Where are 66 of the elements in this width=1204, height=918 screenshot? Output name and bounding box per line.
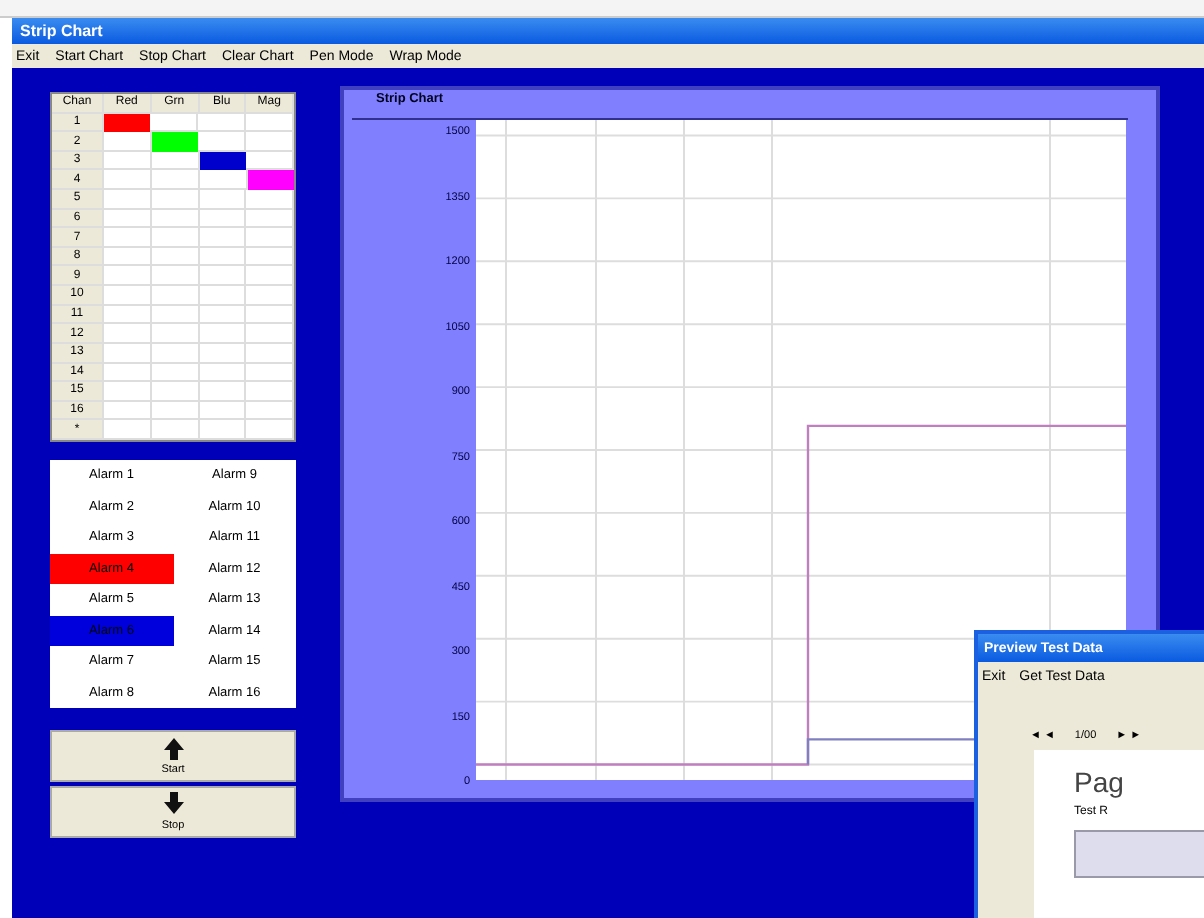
- grid-cell[interactable]: [151, 343, 199, 364]
- grid-cell[interactable]: [199, 286, 247, 306]
- grid-cell[interactable]: [199, 420, 247, 440]
- grid-cell[interactable]: [151, 228, 199, 248]
- window-title: Strip Chart: [20, 22, 103, 40]
- grid-cell[interactable]: [152, 170, 200, 191]
- grid-cell[interactable]: [104, 401, 152, 421]
- grid-cell[interactable]: [199, 209, 247, 229]
- grid-cell[interactable]: [246, 190, 294, 210]
- grid-cell[interactable]: [246, 228, 294, 248]
- grid-cell[interactable]: [199, 401, 247, 421]
- grid-cell[interactable]: [198, 113, 246, 133]
- grid-cell[interactable]: [104, 209, 152, 229]
- grid-cell[interactable]: [104, 190, 152, 210]
- grid-cell[interactable]: [104, 363, 152, 383]
- pen-swatch[interactable]: [152, 132, 198, 152]
- grid-cell[interactable]: [151, 363, 199, 383]
- page-heading: Pag: [1074, 766, 1126, 798]
- grid-cell[interactable]: [246, 266, 294, 287]
- grid-cell[interactable]: [151, 190, 199, 210]
- grid-cell[interactable]: [151, 324, 199, 344]
- pen-swatch[interactable]: [104, 113, 150, 133]
- grid-cell[interactable]: [104, 151, 152, 171]
- grid-cell[interactable]: [104, 420, 152, 440]
- grid-cell[interactable]: [199, 363, 247, 383]
- grid-cell[interactable]: [151, 401, 199, 421]
- grid-cell[interactable]: [104, 382, 152, 402]
- grid-cell[interactable]: [104, 247, 152, 267]
- grid-cell[interactable]: [246, 247, 294, 267]
- grid-cell[interactable]: [151, 382, 199, 402]
- grid-cell[interactable]: [199, 343, 247, 364]
- grid-cell[interactable]: [199, 247, 247, 267]
- pen-swatch[interactable]: [200, 151, 246, 171]
- grid-cell[interactable]: [199, 190, 247, 210]
- grid-cell[interactable]: [246, 363, 294, 383]
- grid-cell[interactable]: [199, 305, 247, 325]
- grid-cell[interactable]: [246, 324, 294, 344]
- grid-cell[interactable]: [151, 266, 199, 287]
- grid-cell[interactable]: [246, 132, 294, 152]
- grid-cell[interactable]: [104, 286, 152, 306]
- grid-cell[interactable]: [151, 247, 199, 267]
- report-table: [1074, 830, 1204, 878]
- grid-cell[interactable]: [199, 382, 247, 402]
- grid-cell[interactable]: [151, 420, 199, 440]
- grid-cell[interactable]: [246, 113, 294, 133]
- grid-cell[interactable]: [246, 401, 294, 421]
- grid-cell[interactable]: [246, 286, 294, 306]
- grid-cell[interactable]: [104, 266, 152, 287]
- grid-cell[interactable]: [199, 324, 247, 344]
- grid-cell[interactable]: [104, 305, 152, 325]
- grid-cell[interactable]: [104, 228, 152, 248]
- grid-cell[interactable]: [151, 209, 199, 229]
- grid-cell[interactable]: [246, 343, 294, 364]
- grid-cell[interactable]: [104, 324, 152, 344]
- grid-cell[interactable]: [199, 266, 247, 287]
- grid-cell[interactable]: [104, 343, 152, 364]
- pen-icon: [161, 736, 185, 764]
- grid-cell[interactable]: [246, 305, 294, 325]
- grid-cell[interactable]: [246, 382, 294, 402]
- grid-cell[interactable]: [104, 170, 152, 191]
- grid-cell[interactable]: [199, 228, 247, 248]
- grid-cell[interactable]: [151, 305, 199, 325]
- grid-cell[interactable]: [246, 209, 294, 229]
- pen-swatch[interactable]: [248, 170, 294, 191]
- grid-cell[interactable]: [151, 286, 199, 306]
- grid-cell[interactable]: [246, 420, 294, 440]
